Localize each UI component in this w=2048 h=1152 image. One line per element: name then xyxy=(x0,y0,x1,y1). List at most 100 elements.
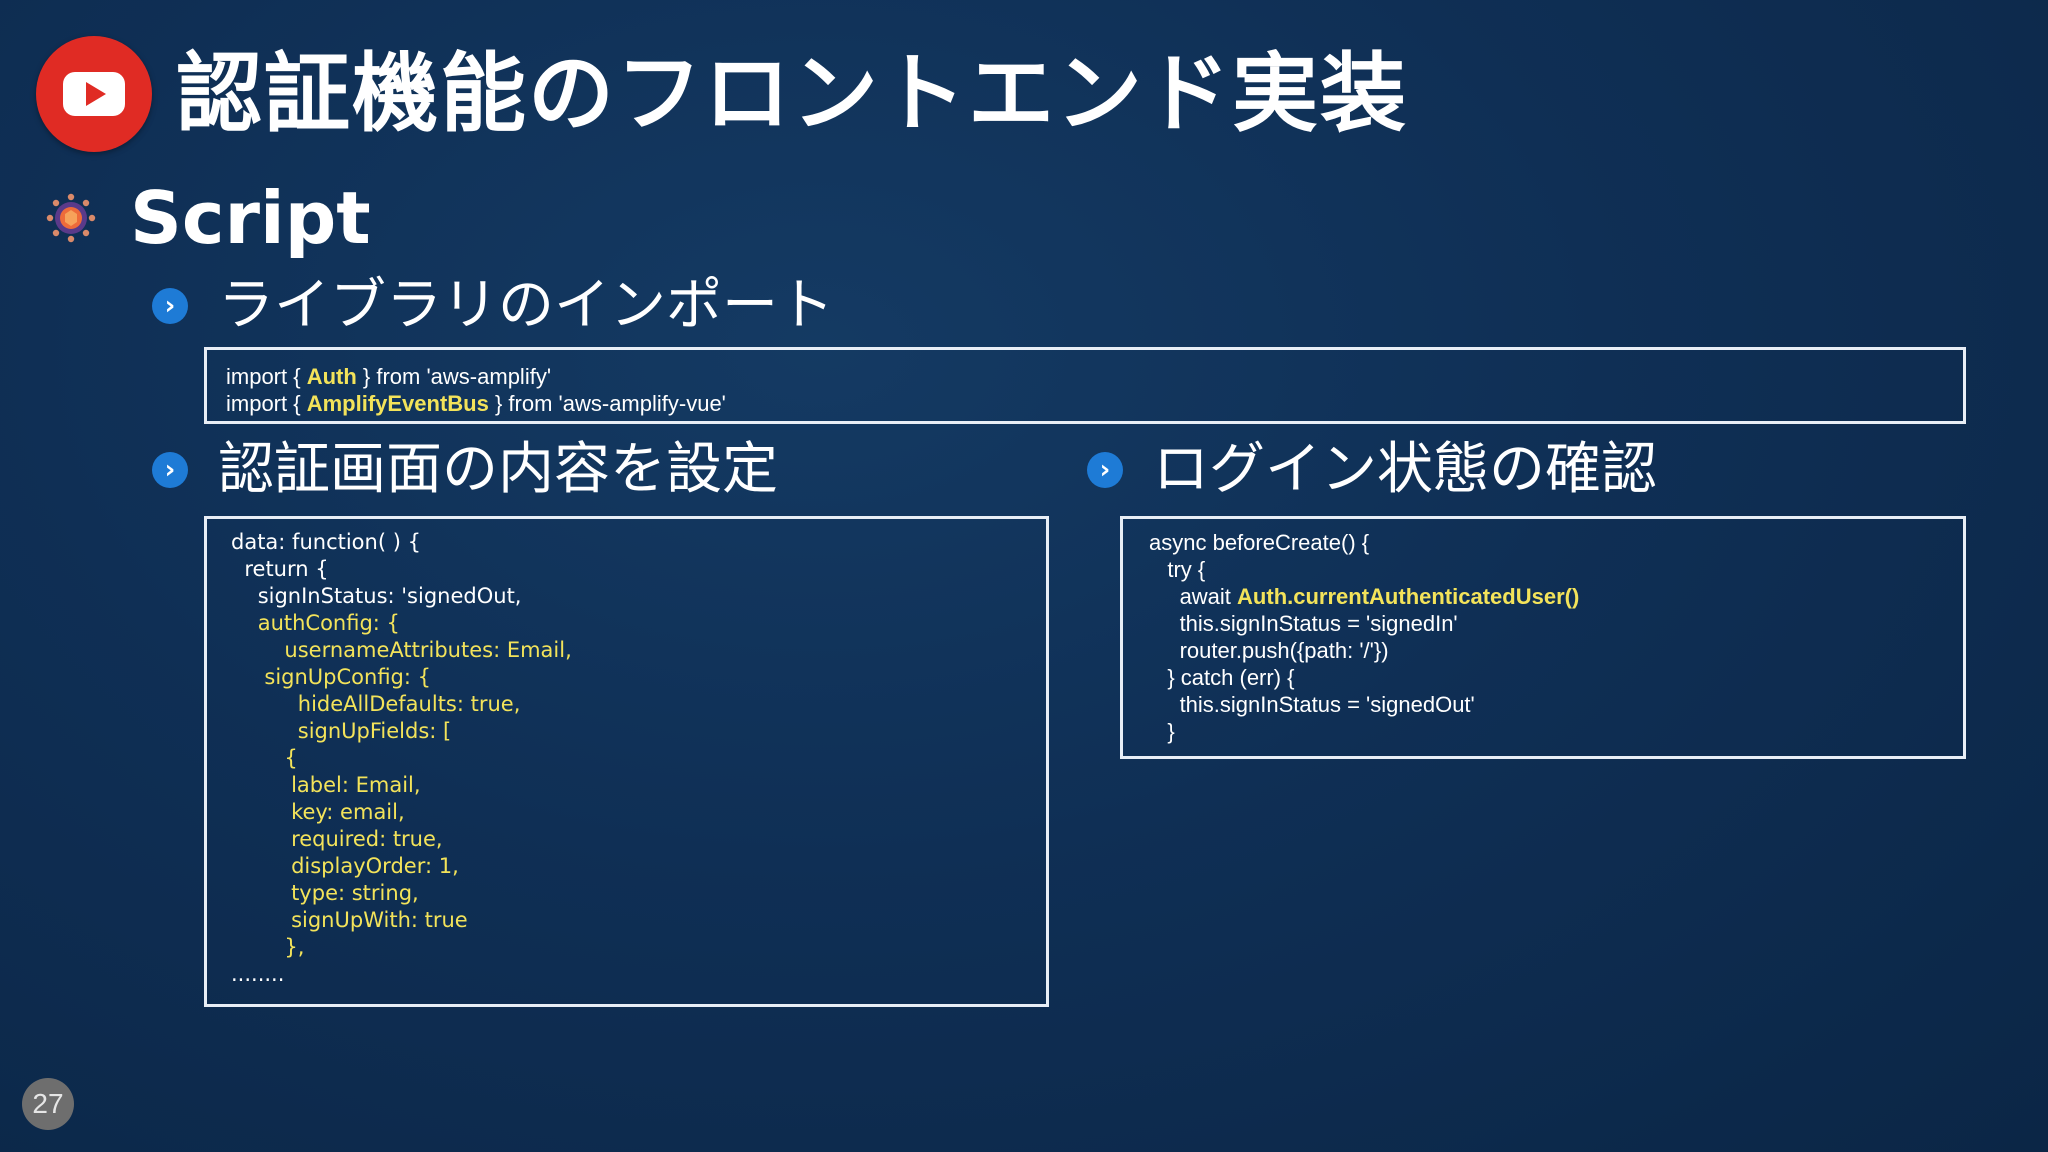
play-triangle xyxy=(86,82,106,106)
code-line: } xyxy=(1149,718,1963,745)
code-highlight: authConfig: { xyxy=(257,611,400,635)
code-line: { xyxy=(231,745,1046,772)
code-highlight: Auth.currentAuthenticatedUser() xyxy=(1237,584,1580,609)
page-number-badge: 27 xyxy=(22,1078,74,1130)
code-highlight: required: true, xyxy=(291,827,443,851)
play-box xyxy=(63,72,125,116)
code-highlight: usernameAttributes: Email, xyxy=(284,638,572,662)
code-line: await Auth.currentAuthenticatedUser() xyxy=(1149,583,1963,610)
code-line: this.signInStatus = 'signedIn' xyxy=(1149,610,1963,637)
subsection-auth-config: › 認証画面の内容を設定 xyxy=(152,440,778,500)
code-line: required: true, xyxy=(231,826,1046,853)
code-text: this.signInStatus = 'signedOut' xyxy=(1179,692,1475,717)
code-line: key: email, xyxy=(231,799,1046,826)
code-highlight: Auth xyxy=(306,364,357,389)
config-code-lines: data: function( ) { return { signInStatu… xyxy=(231,529,1046,988)
code-text: async beforeCreate() { xyxy=(1149,530,1370,555)
code-text: router.push({path: '/'}) xyxy=(1179,638,1389,663)
code-highlight: type: string, xyxy=(291,881,419,905)
subsection-login-check: › ログイン状態の確認 xyxy=(1087,440,1657,500)
chevron-right-icon: › xyxy=(1087,452,1123,488)
code-text: ........ xyxy=(231,962,285,986)
code-highlight: { xyxy=(284,746,298,770)
section-title: Script xyxy=(130,176,371,260)
youtube-play-icon xyxy=(36,36,152,152)
code-line: return { xyxy=(231,556,1046,583)
gear-icon xyxy=(46,193,96,243)
code-highlight: signUpConfig: { xyxy=(264,665,431,689)
code-line: usernameAttributes: Email, xyxy=(231,637,1046,664)
subsection-title: ライブラリのインポート xyxy=(218,273,834,338)
import-code-box: import { Auth } from 'aws-amplify' impor… xyxy=(204,347,1966,424)
code-text: await xyxy=(1179,584,1238,609)
subsection-title: ログイン状態の確認 xyxy=(1153,437,1657,502)
code-line: this.signInStatus = 'signedOut' xyxy=(1149,691,1963,718)
subsection-import: › ライブラリのインポート xyxy=(152,276,834,336)
code-text: signInStatus: 'signedOut, xyxy=(257,584,522,608)
code-text: } xyxy=(1167,719,1175,744)
code-highlight: hideAllDefaults: true, xyxy=(297,692,521,716)
code-line: hideAllDefaults: true, xyxy=(231,691,1046,718)
code-highlight: }, xyxy=(284,935,305,959)
code-line: } catch (err) { xyxy=(1149,664,1963,691)
code-text: import { xyxy=(226,364,307,389)
code-text: } catch (err) { xyxy=(1167,665,1295,690)
config-code-box: data: function( ) { return { signInStatu… xyxy=(204,516,1049,1007)
subsection-title: 認証画面の内容を設定 xyxy=(218,437,778,502)
code-line: try { xyxy=(1149,556,1963,583)
code-highlight: displayOrder: 1, xyxy=(291,854,459,878)
code-line: signUpFields: [ xyxy=(231,718,1046,745)
code-line: import { Auth } from 'aws-amplify' xyxy=(226,363,1963,390)
code-text: this.signInStatus = 'signedIn' xyxy=(1179,611,1458,636)
slide-header: 認証機能のフロントエンド実装 xyxy=(36,36,1408,152)
code-line: import { AmplifyEventBus } from 'aws-amp… xyxy=(226,390,1963,417)
chevron-right-icon: › xyxy=(152,288,188,324)
code-text: return { xyxy=(244,557,329,581)
chevron-right-icon: › xyxy=(152,452,188,488)
code-line: signUpConfig: { xyxy=(231,664,1046,691)
code-line: ........ xyxy=(231,961,1046,988)
code-line: type: string, xyxy=(231,880,1046,907)
code-highlight: label: Email, xyxy=(291,773,421,797)
code-text: } from 'aws-amplify' xyxy=(356,364,552,389)
code-line: data: function( ) { xyxy=(231,529,1046,556)
code-highlight: signUpFields: [ xyxy=(297,719,452,743)
code-line: label: Email, xyxy=(231,772,1046,799)
login-code-lines: async beforeCreate() { try { await Auth.… xyxy=(1149,529,1963,745)
code-line: router.push({path: '/'}) xyxy=(1149,637,1963,664)
code-line: authConfig: { xyxy=(231,610,1046,637)
code-line: signInStatus: 'signedOut, xyxy=(231,583,1046,610)
section-heading: Script xyxy=(46,178,371,258)
login-code-box: async beforeCreate() { try { await Auth.… xyxy=(1120,516,1966,759)
code-text: data: function( ) { xyxy=(231,530,421,554)
code-line: async beforeCreate() { xyxy=(1149,529,1963,556)
code-text: } from 'aws-amplify-vue' xyxy=(488,391,726,416)
code-line: displayOrder: 1, xyxy=(231,853,1046,880)
code-text: try { xyxy=(1167,557,1206,582)
slide-title: 認証機能のフロントエンド実装 xyxy=(176,44,1408,144)
code-line: signUpWith: true xyxy=(231,907,1046,934)
code-line: }, xyxy=(231,934,1046,961)
code-highlight: AmplifyEventBus xyxy=(306,391,489,416)
code-highlight: signUpWith: true xyxy=(291,908,468,932)
